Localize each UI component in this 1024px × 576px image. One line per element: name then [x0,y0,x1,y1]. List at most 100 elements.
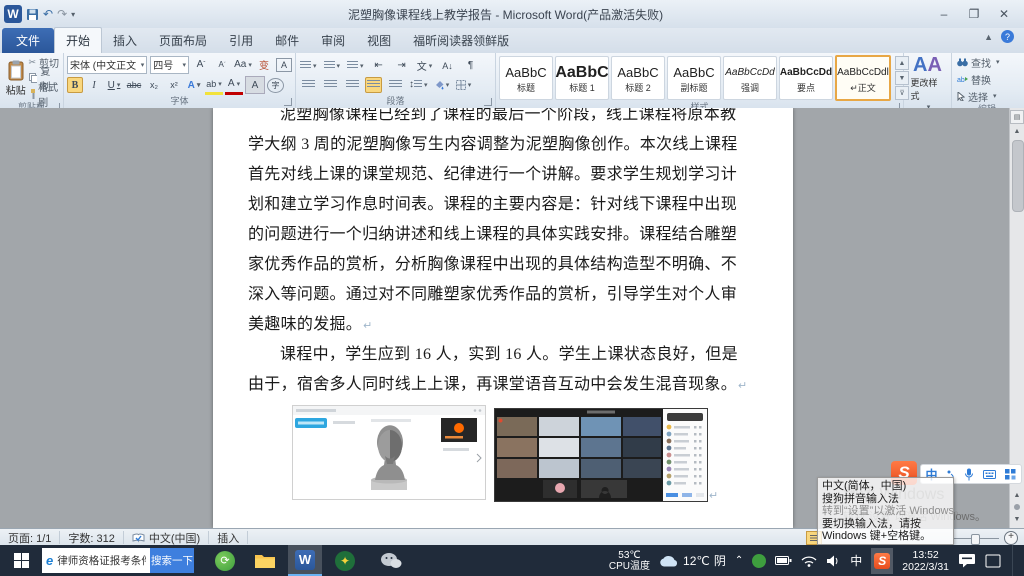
change-styles-button[interactable]: AA 更改样式 [911,55,945,111]
align-right-button[interactable] [343,77,361,93]
page-indicator[interactable]: 页面: 1/1 [0,531,60,544]
show-marks-button[interactable]: ¶ [462,58,480,74]
ime-indicator[interactable]: 中 [850,552,862,569]
style-subtitle[interactable]: AaBbC副标题 [667,56,721,100]
zoom-slider-thumb[interactable] [971,534,980,545]
close-button[interactable]: ✕ [996,7,1012,21]
toolbox-grid-icon[interactable] [1005,469,1016,480]
tray-360-icon[interactable] [752,554,766,568]
style-heading2[interactable]: AaBbC标题 2 [611,56,665,100]
clock-widget[interactable]: 13:52 2022/3/31 [902,549,949,573]
character-shading-button[interactable]: A [245,76,265,94]
bold-button[interactable]: B [67,77,83,93]
weather-widget[interactable]: 12℃ 阴 [659,552,726,569]
borders-button[interactable] [455,77,473,93]
tray-expand-icon[interactable]: ⌃ [735,555,743,566]
video-conference-image[interactable] [494,408,708,502]
font-size-select[interactable]: 四号 [150,56,189,74]
help-icon[interactable]: ? [1001,30,1014,43]
format-painter-button[interactable]: 格式刷 [29,87,61,101]
tab-file[interactable]: 文件 [2,28,54,53]
taskbar-search-input[interactable]: e 律师资格证报考条件 [42,548,150,573]
zoom-slider[interactable] [953,538,999,539]
wifi-icon[interactable] [801,555,817,567]
font-name-select[interactable]: 宋体 (中文正文 [67,56,147,74]
select-browse-object-icon[interactable] [1014,504,1020,510]
ruler-toggle-icon[interactable]: ▤ [1010,110,1024,124]
show-desktop-button[interactable] [1012,545,1018,576]
tab-mailings[interactable]: 邮件 [264,28,310,53]
strikethrough-button[interactable]: abc [125,77,143,93]
phonetic-guide-button[interactable]: 变 [255,57,273,73]
increase-indent-button[interactable]: ⇥ [393,58,411,74]
start-button[interactable] [0,545,42,576]
subscript-button[interactable]: x₂ [145,77,163,93]
find-button[interactable]: 查找 [957,55,1000,69]
character-border-button[interactable]: A [276,58,292,72]
bullets-button[interactable] [299,58,318,74]
insert-mode[interactable]: 插入 [209,531,248,544]
shading-fill-button[interactable] [433,77,451,93]
style-keypoint[interactable]: AaBbCcDd要点 [779,56,833,100]
underline-button[interactable]: U [105,77,123,93]
align-left-button[interactable] [299,77,317,93]
justify-button[interactable] [365,77,382,93]
style-emphasis[interactable]: AaBbCcDd强调 [723,56,777,100]
scrollbar-thumb[interactable] [1012,140,1024,212]
tab-page-layout[interactable]: 页面布局 [148,28,218,53]
volume-icon[interactable] [826,555,841,567]
select-button[interactable]: 选择 [957,89,1000,103]
taskbar-item-app[interactable]: ✦ [328,545,362,576]
taskbar-item-360browser[interactable]: ⟳ [208,545,242,576]
taskbar-item-wechat[interactable] [374,545,408,576]
tab-references[interactable]: 引用 [218,28,264,53]
tab-review[interactable]: 审阅 [310,28,356,53]
restore-button[interactable]: ❐ [966,7,982,21]
replace-button[interactable]: ab替换 [957,72,1000,86]
taskbar-item-word[interactable]: W [288,545,322,576]
proofing-language[interactable]: 中文(中国) [124,531,209,544]
word-count[interactable]: 字数: 312 [60,531,123,544]
change-case-button[interactable]: Aa [234,57,252,73]
enclose-characters-button[interactable]: 字 [267,78,284,93]
taskbar-item-explorer[interactable] [248,545,282,576]
distribute-button[interactable] [386,77,404,93]
battery-icon[interactable] [775,555,792,566]
action-center-icon[interactable] [985,554,1001,568]
minimize-ribbon-icon[interactable]: ▲ [984,32,993,42]
paragraph-dialog-launcher[interactable] [484,98,492,106]
align-center-button[interactable] [321,77,339,93]
asian-layout-button[interactable]: 文 [416,58,434,74]
message-notification-icon[interactable] [958,553,976,568]
multilevel-list-button[interactable] [346,58,365,74]
sogou-tray-icon[interactable]: S [871,548,893,574]
next-page-icon[interactable]: ▼ [1010,512,1024,526]
highlight-button[interactable]: ab [205,76,223,95]
sort-button[interactable]: A↓ [439,58,457,74]
previous-page-icon[interactable]: ▲ [1010,488,1024,502]
style-heading1[interactable]: AaBbC标题 1 [555,56,609,100]
italic-button[interactable]: I [85,77,103,93]
numbering-button[interactable] [323,58,342,74]
decrease-indent-button[interactable]: ⇤ [370,58,388,74]
scroll-up-icon[interactable]: ▲ [1010,124,1024,138]
zoom-in-icon[interactable]: + [1004,531,1018,545]
tab-home[interactable]: 开始 [54,27,102,53]
document-page[interactable]: 泥塑胸像课程已经到了课程的最后一个阶段，线上课程将原本教 学大纲 3 周的泥塑胸… [213,108,793,528]
search-go-button[interactable]: 搜索一下 [150,548,194,573]
microphone-icon[interactable] [964,468,974,481]
redo-icon[interactable]: ↷ [57,8,67,20]
text-effects-button[interactable]: A [185,77,203,93]
minimize-button[interactable]: – [936,7,952,21]
sculpture-screenshot-image[interactable] [292,405,486,500]
shrink-font-button[interactable]: Aˇ [213,57,231,73]
font-dialog-launcher[interactable] [284,98,292,106]
cpu-temp-widget[interactable]: 53℃ CPU温度 [609,550,650,572]
grow-font-button[interactable]: Aˆ [192,57,210,73]
save-icon[interactable] [26,8,39,21]
paste-button[interactable]: 粘贴 [3,55,29,101]
undo-icon[interactable]: ↶ [43,8,53,20]
keyboard-icon[interactable] [983,470,996,479]
style-normal-selected[interactable]: AaBbCcDdl↵正文 [835,55,891,101]
tab-foxit[interactable]: 福昕阅读器领鲜版 [402,28,520,53]
